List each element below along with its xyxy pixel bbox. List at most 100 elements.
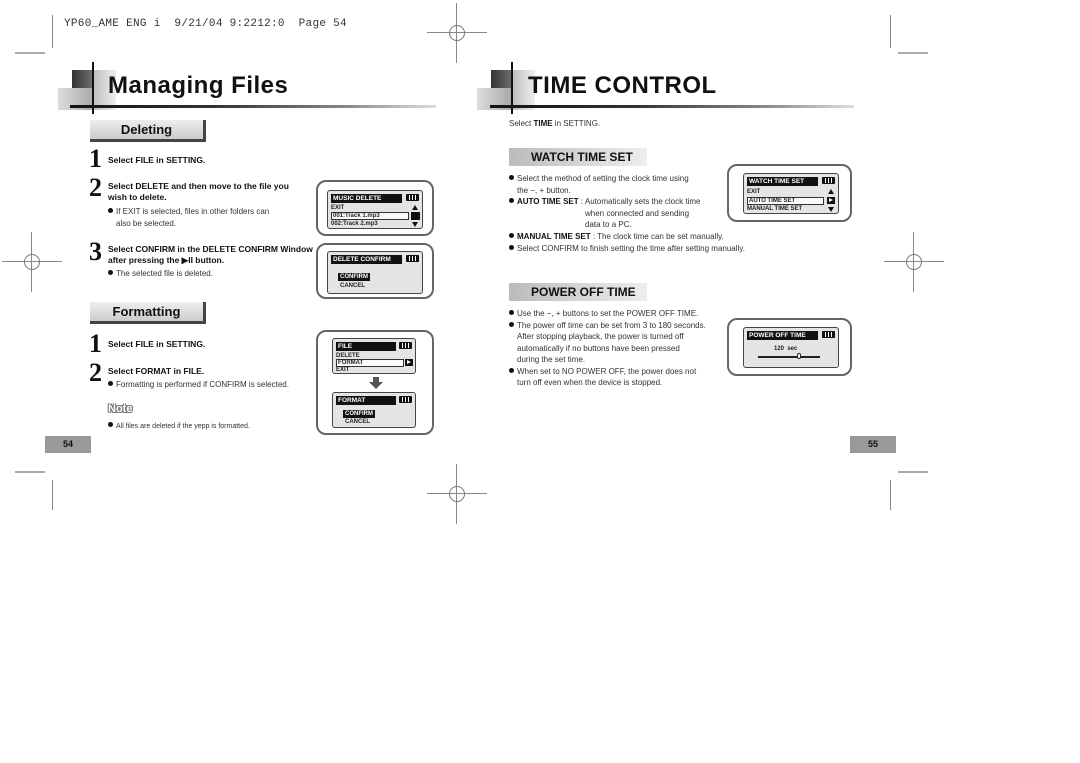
step-number: 1 <box>89 144 102 173</box>
step-number: 2 <box>89 358 102 387</box>
lcd-display: MUSIC DELETE EXIT 001:Track 1.mp3 002:Tr… <box>327 190 423 229</box>
step-number: 3 <box>89 237 102 266</box>
lcd-display: FORMAT CONFIRM CANCEL <box>332 392 416 428</box>
crop-mark <box>15 471 45 473</box>
step-text: Select CONFIRM in the DELETE CONFIRM Win… <box>108 244 313 266</box>
battery-icon <box>822 331 835 338</box>
page-title: Managing Files <box>108 72 289 99</box>
device-screen-file-format: FILE DELETE FORMAT EXIT FORMAT CONFIRM C… <box>316 330 434 435</box>
step-text-line: Select CONFIRM in the DELETE CONFIRM Win… <box>108 244 313 254</box>
section-heading-power-off-time: POWER OFF TIME <box>509 283 647 301</box>
lcd-row-selected: AUTO TIME SET <box>747 197 824 205</box>
bullet-line: The power off time can be set from 3 to … <box>517 320 706 330</box>
bullet-line: When set to NO POWER OFF, the power does… <box>517 366 697 376</box>
page-number: 54 <box>45 436 91 453</box>
confirm-option-selected: CONFIRM <box>338 273 370 281</box>
lcd-row: 002:Track 2.mp3 <box>331 221 378 227</box>
page-number: 55 <box>850 436 896 453</box>
step-text: Select FILE in SETTING. <box>108 339 206 349</box>
bullet-line: also be selected. <box>116 218 177 228</box>
step-text: Select DELETE and then move to the file … <box>108 181 289 203</box>
bullet-line: If EXIT is selected, files in other fold… <box>116 207 270 216</box>
note-text: All files are deleted if the yepp is for… <box>108 421 250 433</box>
bullet-text: Formatting is performed if CONFIRM is se… <box>108 379 289 391</box>
crop-mark <box>890 15 891 48</box>
lcd-title: WATCH TIME SET <box>747 177 818 186</box>
bullet-line: automatically if no buttons have been pr… <box>517 343 680 353</box>
step-text: Select FILE in SETTING. <box>108 155 206 165</box>
play-arrow-icon <box>827 197 835 204</box>
step-text: Select FORMAT in FILE. <box>108 366 205 376</box>
lcd-row: EXIT <box>336 367 350 373</box>
lcd-title: DELETE CONFIRM <box>331 255 402 264</box>
battery-icon <box>399 342 412 349</box>
step-text-line: Select DELETE and then move to the file … <box>108 181 289 191</box>
crop-mark <box>52 480 53 510</box>
lcd-row-selected: 001:Track 1.mp3 <box>331 212 409 220</box>
cancel-option: CANCEL <box>340 283 365 289</box>
title-rule <box>70 105 436 108</box>
scroll-down-icon <box>412 222 418 227</box>
slider-track <box>758 356 820 358</box>
battery-icon <box>822 177 835 184</box>
lcd-row: EXIT <box>331 205 345 211</box>
step-text-line: after pressing the ▶II button. <box>108 255 225 265</box>
selection-block-icon <box>411 212 420 220</box>
crop-mark <box>52 15 53 48</box>
bullet-line: when connected and sending <box>585 208 690 218</box>
bullet-text: The selected file is deleted. <box>108 268 213 280</box>
note-heading: Note <box>108 403 133 415</box>
bullet-line: : The clock time can be set manually. <box>590 231 724 241</box>
print-header: YP60_AME ENG i 9/21/04 9:2212:0 Page 54 <box>64 18 347 30</box>
device-screen-music-delete: MUSIC DELETE EXIT 001:Track 1.mp3 002:Tr… <box>316 180 434 236</box>
intro-prefix: Select <box>509 119 534 128</box>
intro-suffix: in SETTING. <box>552 119 601 128</box>
cancel-option: CANCEL <box>345 419 370 425</box>
slider-thumb <box>796 353 801 359</box>
lcd-title: POWER OFF TIME <box>747 331 818 340</box>
bullet-line: All files are deleted if the yepp is for… <box>116 423 250 430</box>
bullet-line: Select CONFIRM to finish setting the tim… <box>517 244 745 253</box>
lcd-display: FILE DELETE FORMAT EXIT <box>332 338 416 374</box>
lcd-title: FILE <box>336 342 396 351</box>
crop-mark <box>890 480 891 510</box>
lcd-title: FORMAT <box>336 396 396 405</box>
intro-text: Select TIME in SETTING. <box>509 118 600 130</box>
play-arrow-icon <box>405 359 413 366</box>
bullet-text: Select the method of setting the clock t… <box>509 173 745 255</box>
bullet-line: Formatting is performed if CONFIRM is se… <box>116 380 289 389</box>
registration-mark-icon <box>427 464 487 524</box>
bullet-line: the −, + button. <box>517 185 571 195</box>
lcd-title: MUSIC DELETE <box>331 194 402 203</box>
bullet-line: Select the method of setting the clock t… <box>517 174 689 183</box>
section-heading-watch-time-set: WATCH TIME SET <box>509 148 647 166</box>
registration-mark-icon <box>427 3 487 63</box>
bullet-line: : Automatically sets the clock time <box>578 197 701 206</box>
bullet-line: data to a PC. <box>585 220 632 229</box>
lcd-display: DELETE CONFIRM CONFIRM CANCEL <box>327 251 423 294</box>
auto-time-set-label: AUTO TIME SET <box>517 197 579 206</box>
scroll-down-icon <box>828 207 834 212</box>
section-heading-formatting: Formatting <box>90 302 206 324</box>
lcd-display: WATCH TIME SET EXIT AUTO TIME SET MANUAL… <box>743 173 839 214</box>
scroll-up-icon <box>412 205 418 210</box>
registration-mark-icon <box>884 232 944 292</box>
bullet-line: during the set time. <box>517 355 586 364</box>
registration-mark-icon <box>2 232 62 292</box>
down-arrow-icon <box>369 377 383 389</box>
device-screen-power-off-time: POWER OFF TIME 120 sec <box>727 318 852 376</box>
lcd-row: MANUAL TIME SET <box>747 206 803 212</box>
step-text-line: wish to delete. <box>108 192 167 202</box>
manual-time-set-label: MANUAL TIME SET <box>517 231 591 241</box>
device-screen-delete-confirm: DELETE CONFIRM CONFIRM CANCEL <box>316 243 434 299</box>
device-screen-watch-time-set: WATCH TIME SET EXIT AUTO TIME SET MANUAL… <box>727 164 852 222</box>
battery-icon <box>406 255 419 262</box>
step-number: 2 <box>89 173 102 202</box>
confirm-option-selected: CONFIRM <box>343 410 375 418</box>
crop-mark <box>15 52 45 54</box>
section-heading-deleting: Deleting <box>90 120 206 142</box>
bullet-line: Use the −, + buttons to set the POWER OF… <box>517 309 699 318</box>
battery-icon <box>406 194 419 201</box>
title-rule <box>490 105 854 108</box>
bullet-text: If EXIT is selected, files in other fold… <box>108 206 269 229</box>
